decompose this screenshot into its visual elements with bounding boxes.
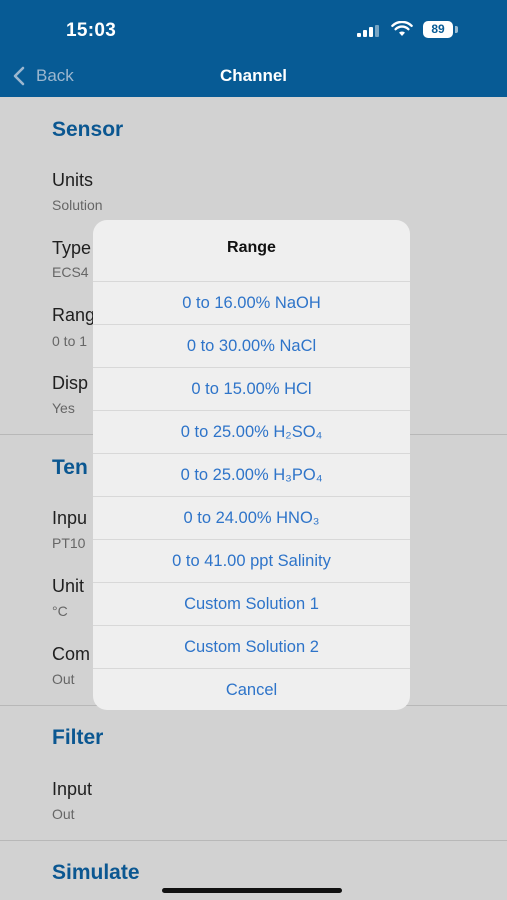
- row-label: Com: [52, 644, 91, 664]
- row-label: Inpu: [52, 508, 88, 528]
- row-value: PT10: [52, 535, 86, 551]
- section-title-filter: Filter: [52, 726, 104, 749]
- battery-icon: 89: [423, 21, 453, 38]
- row-value: Out: [52, 671, 75, 687]
- range-option-naoh[interactable]: 0 to 16.00% NaOH: [93, 281, 410, 324]
- row-label: Type: [52, 238, 92, 258]
- row-label: Unit: [52, 576, 85, 596]
- status-bar: 15:03 89: [0, 0, 507, 55]
- section-divider: [0, 840, 507, 841]
- row-value: °C: [52, 603, 68, 619]
- row-value: Yes: [52, 400, 75, 416]
- cellular-signal-icon: [357, 25, 381, 37]
- row-value: 0 to 1: [52, 333, 88, 349]
- cancel-button[interactable]: Cancel: [93, 668, 410, 710]
- wifi-icon: [391, 21, 413, 36]
- row-value: Out: [52, 806, 75, 822]
- row-label: Input: [52, 779, 93, 799]
- navigation-bar: Back Channel: [0, 55, 507, 97]
- row-label: Units: [52, 170, 94, 190]
- range-option-hno3[interactable]: 0 to 24.00% HNO₃: [93, 496, 410, 539]
- row-value: Solution: [52, 197, 103, 213]
- row-value: ECS4: [52, 264, 89, 280]
- range-option-nacl[interactable]: 0 to 30.00% NaCl: [93, 324, 410, 367]
- dialog-title: Range: [227, 239, 276, 256]
- home-indicator[interactable]: [162, 888, 342, 893]
- page-title: Channel: [219, 66, 288, 85]
- row-label: Disp: [52, 373, 89, 393]
- range-option-custom-1[interactable]: Custom Solution 1: [93, 582, 410, 625]
- section-title-simulate: Simulate: [52, 861, 140, 884]
- range-option-h3po4[interactable]: 0 to 25.00% H₃PO₄: [93, 453, 410, 496]
- row-label: Rang: [52, 305, 96, 325]
- range-option-h2so4[interactable]: 0 to 25.00% H₂SO₄: [93, 410, 410, 453]
- status-time: 15:03: [66, 20, 117, 41]
- range-option-salinity[interactable]: 0 to 41.00 ppt Salinity: [93, 539, 410, 582]
- battery-cap: [455, 26, 458, 33]
- section-title-sensor: Sensor: [52, 118, 124, 141]
- range-picker-dialog: Range 0 to 16.00% NaOH 0 to 30.00% NaCl …: [93, 220, 410, 710]
- range-option-hcl[interactable]: 0 to 15.00% HCl: [93, 367, 410, 410]
- range-option-custom-2[interactable]: Custom Solution 2: [93, 625, 410, 668]
- section-title-temperature: Ten: [52, 456, 88, 479]
